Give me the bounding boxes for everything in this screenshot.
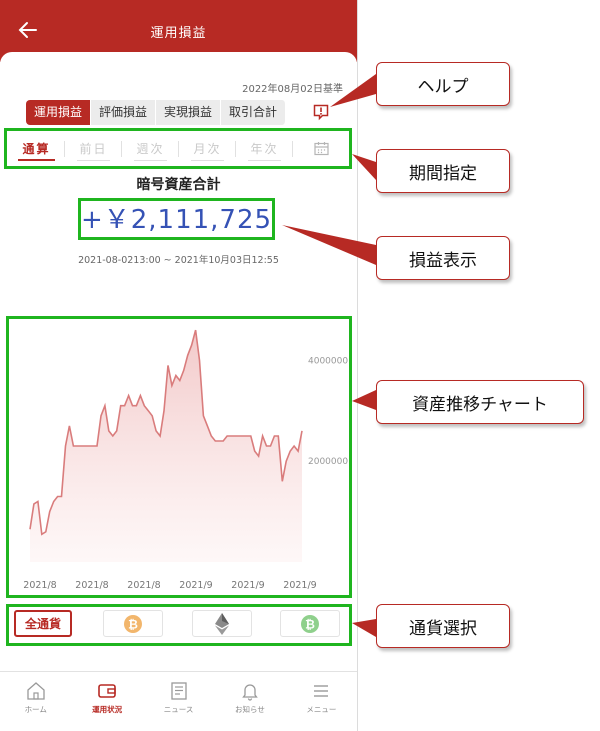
callout-currency: 通貨選択 — [376, 604, 510, 648]
help-arrow — [330, 74, 376, 107]
period-arrow — [352, 154, 376, 180]
callout-help: ヘルプ — [376, 62, 510, 106]
callout-chart: 資産推移チャート — [376, 380, 584, 424]
amount-arrow — [282, 225, 376, 265]
currency-arrow — [352, 619, 376, 637]
callout-period: 期間指定 — [376, 149, 510, 193]
chart-arrow — [352, 390, 376, 410]
callout-amount: 損益表示 — [376, 236, 510, 280]
callout-arrows — [282, 74, 376, 637]
